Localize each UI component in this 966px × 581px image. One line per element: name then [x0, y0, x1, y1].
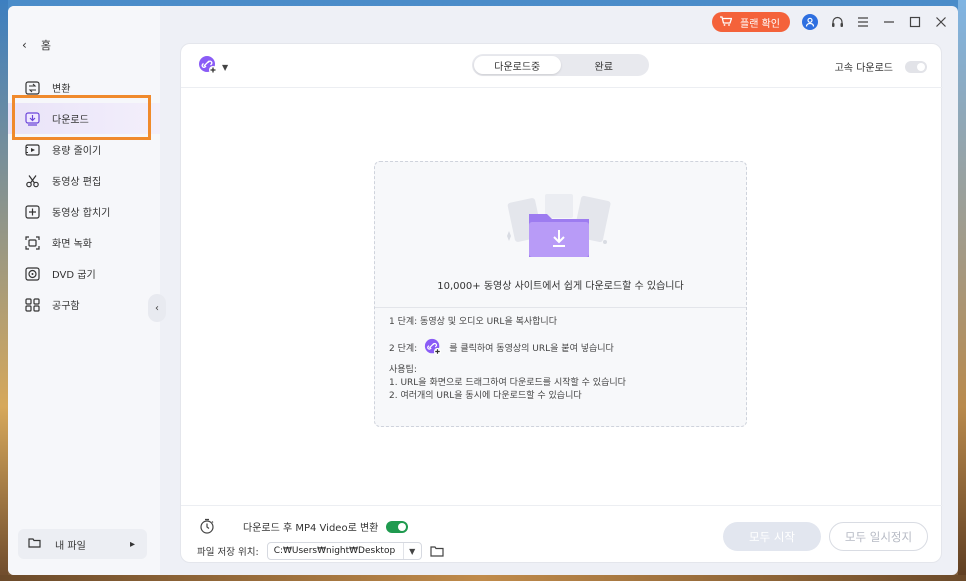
sidebar-item-label: 화면 녹화 — [52, 239, 92, 250]
url-drop-zone[interactable]: 10,000+ 동영상 사이트에서 쉽게 다운로드할 수 있습니다 1 단계: … — [374, 161, 747, 427]
tab-completed[interactable]: 완료 — [561, 56, 648, 74]
link-add-icon — [197, 55, 219, 79]
drop-zone-hero: 10,000+ 동영상 사이트에서 쉽게 다운로드할 수 있습니다 — [375, 162, 746, 308]
sidebar-item-label: 동영상 합치기 — [52, 208, 111, 219]
turbo-download-label: 고속 다운로드 — [834, 63, 893, 74]
convert-after-download: 다운로드 후 MP4 Video로 변환 — [243, 519, 409, 534]
sidebar-item-merge[interactable]: 동영상 합치기 — [8, 196, 160, 227]
sidebar-item-screen-record[interactable]: 화면 녹화 — [8, 227, 160, 258]
cart-icon — [720, 15, 733, 29]
sidebar-item-convert[interactable]: 변환 — [8, 72, 160, 103]
sidebar-item-label: 다운로드 — [52, 115, 89, 126]
compress-icon — [24, 142, 40, 158]
add-url-button[interactable]: ▼ — [197, 55, 228, 79]
start-all-button[interactable]: 모두 시작 — [723, 522, 821, 551]
convert-icon — [24, 80, 40, 96]
turbo-download: 고속 다운로드 — [835, 59, 927, 74]
chevron-right-icon: ▸ — [129, 538, 135, 550]
menu-icon[interactable] — [856, 15, 870, 29]
plan-button-label: 플랜 확인 — [740, 18, 780, 30]
sidebar-item-label: 변환 — [52, 84, 71, 95]
drop-zone-title: 10,000+ 동영상 사이트에서 쉽게 다운로드할 수 있습니다 — [437, 281, 684, 292]
sidebar-item-toolbox[interactable]: 공구함 — [8, 289, 160, 320]
tab-downloading[interactable]: 다운로드중 — [474, 56, 561, 74]
folder-icon — [28, 537, 41, 551]
tip-1: 1. URL을 화면으로 드래그하여 다운로드를 시작할 수 있습니다 — [389, 378, 626, 388]
home-label: 홈 — [40, 39, 51, 52]
panel-footer: 다운로드 후 MP4 Video로 변환 파일 저장 위치: C:₩Users₩… — [181, 505, 943, 563]
chevron-left-icon: ‹ — [22, 38, 27, 52]
maximize-icon[interactable] — [908, 15, 922, 29]
sidebar-item-label: DVD 굽기 — [52, 270, 96, 281]
sidebar-item-label: 용량 줄이기 — [52, 146, 102, 157]
sidebar-item-label: 동영상 편집 — [52, 177, 102, 188]
tips: 사용팁: 1. URL을 화면으로 드래그하여 다운로드를 시작할 수 있습니다… — [389, 364, 626, 403]
account-icon[interactable] — [802, 14, 818, 30]
disc-icon — [24, 266, 40, 282]
sidebar-item-download[interactable]: 다운로드 — [8, 103, 160, 134]
sidebar-collapse-button[interactable]: ‹ — [148, 294, 166, 322]
save-path-value: C:₩Users₩night₩Desktop — [273, 546, 396, 556]
titlebar-controls: 플랜 확인 — [712, 10, 948, 34]
link-add-icon — [423, 338, 443, 361]
save-location: 파일 저장 위치: C:₩Users₩night₩Desktop ▼ — [197, 542, 444, 560]
step-2-prefix: 2 단계: — [389, 344, 418, 354]
desktop-background-right — [958, 0, 966, 581]
status-tabs: 다운로드중 완료 — [472, 54, 649, 76]
app-window: ‹ 홈 변환 다운로드 용량 줄이기 동영상 편집 동영상 합치기 화면 녹화 … — [8, 6, 958, 575]
step-2-suffix: 를 클릭하여 동영상의 URL을 붙여 넣습니다 — [449, 344, 614, 354]
sidebar-item-edit[interactable]: 동영상 편집 — [8, 165, 160, 196]
convert-after-download-toggle[interactable] — [386, 520, 409, 533]
plan-button[interactable]: 플랜 확인 — [712, 12, 790, 32]
pause-all-button[interactable]: 모두 일시정지 — [829, 522, 928, 551]
desktop-background-left — [0, 0, 8, 581]
sidebar-item-label: 공구함 — [52, 301, 80, 312]
sidebar-nav: 변환 다운로드 용량 줄이기 동영상 편집 동영상 합치기 화면 녹화 DVD … — [8, 72, 160, 320]
tips-title: 사용팁: — [389, 365, 417, 375]
sidebar-item-compress[interactable]: 용량 줄이기 — [8, 134, 160, 165]
timer-icon[interactable] — [199, 518, 215, 534]
download-panel: ▼ 다운로드중 완료 고속 다운로드 10,000+ 동영상 사이트에서 쉽게 … — [180, 43, 943, 563]
home-nav[interactable]: ‹ 홈 — [22, 37, 51, 53]
save-location-label: 파일 저장 위치: — [197, 547, 259, 558]
save-path-select[interactable]: C:₩Users₩night₩Desktop ▼ — [266, 542, 422, 560]
sidebar-item-dvd[interactable]: DVD 굽기 — [8, 258, 160, 289]
desktop-background-bottom — [0, 575, 966, 581]
download-folder-icon — [505, 192, 613, 262]
convert-after-download-label: 다운로드 후 MP4 Video로 변환 — [243, 523, 379, 534]
step-2: 2 단계: 를 클릭하여 동영상의 URL을 붙여 넣습니다 — [389, 338, 614, 361]
panel-header: ▼ 다운로드중 완료 고속 다운로드 — [181, 44, 943, 88]
download-icon — [24, 111, 40, 127]
my-files-button[interactable]: 내 파일 ▸ — [18, 529, 147, 559]
open-folder-icon[interactable] — [430, 545, 444, 557]
headset-icon[interactable] — [830, 15, 844, 29]
turbo-download-toggle[interactable] — [905, 60, 927, 73]
chevron-left-icon: ‹ — [155, 302, 159, 314]
toolbox-icon — [24, 297, 40, 313]
scissors-icon — [24, 173, 40, 189]
minimize-icon[interactable] — [882, 15, 896, 29]
chevron-down-icon[interactable]: ▼ — [222, 63, 228, 72]
sidebar: ‹ 홈 변환 다운로드 용량 줄이기 동영상 편집 동영상 합치기 화면 녹화 … — [8, 6, 160, 575]
screen-record-icon — [24, 235, 40, 251]
step-1-text: 1 단계: 동영상 및 오디오 URL을 복사합니다 — [389, 317, 557, 327]
merge-icon — [24, 204, 40, 220]
my-files-label: 내 파일 — [55, 540, 86, 552]
chevron-down-icon[interactable]: ▼ — [402, 543, 421, 559]
tip-2: 2. 여러개의 URL을 동시에 다운로드할 수 있습니다 — [389, 391, 582, 401]
close-icon[interactable] — [934, 15, 948, 29]
